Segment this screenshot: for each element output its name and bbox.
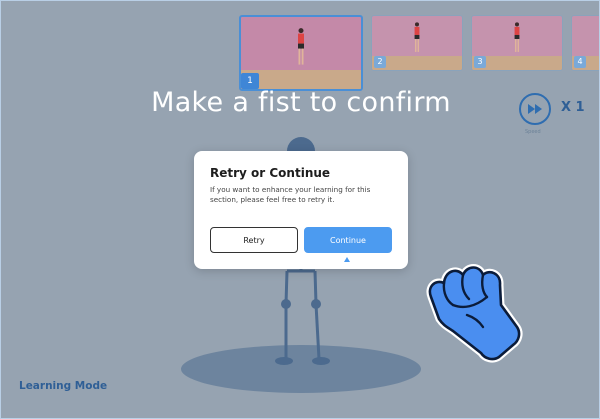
dancer-figure	[414, 22, 420, 53]
speed-label: Speed	[525, 129, 541, 135]
thumbnail-2[interactable]: 2	[371, 15, 463, 71]
thumbnail-strip: 1 2 3 4	[239, 15, 599, 91]
retry-button[interactable]: Retry	[210, 227, 298, 253]
thumbnail-number: 4	[574, 56, 586, 68]
dancer-figure	[298, 27, 304, 65]
fast-forward-icon	[528, 104, 542, 114]
fist-hand-icon	[426, 264, 523, 363]
thumbnail-3[interactable]: 3	[471, 15, 563, 71]
mode-label: Learning Mode	[19, 380, 108, 392]
thumbnail-4[interactable]: 4	[571, 15, 599, 71]
continue-button[interactable]: Continue	[304, 227, 392, 253]
dancer-figure	[514, 22, 520, 53]
selection-caret	[344, 257, 350, 262]
dialog-message: If you want to enhance your learning for…	[210, 185, 371, 204]
thumbnail-1[interactable]: 1	[239, 15, 363, 91]
retry-continue-dialog: Retry or Continue If you want to enhance…	[194, 151, 408, 269]
speed-button[interactable]	[519, 93, 551, 125]
speed-multiplier: X 1	[561, 100, 585, 115]
thumbnail-number: 2	[374, 56, 386, 68]
gesture-instruction: Make a fist to confirm	[151, 87, 451, 118]
thumbnail-number: 3	[474, 56, 486, 68]
dialog-title: Retry or Continue	[210, 166, 331, 180]
screen: 1 2 3 4 Make a fist to confirm X 1 Speed…	[0, 0, 600, 419]
